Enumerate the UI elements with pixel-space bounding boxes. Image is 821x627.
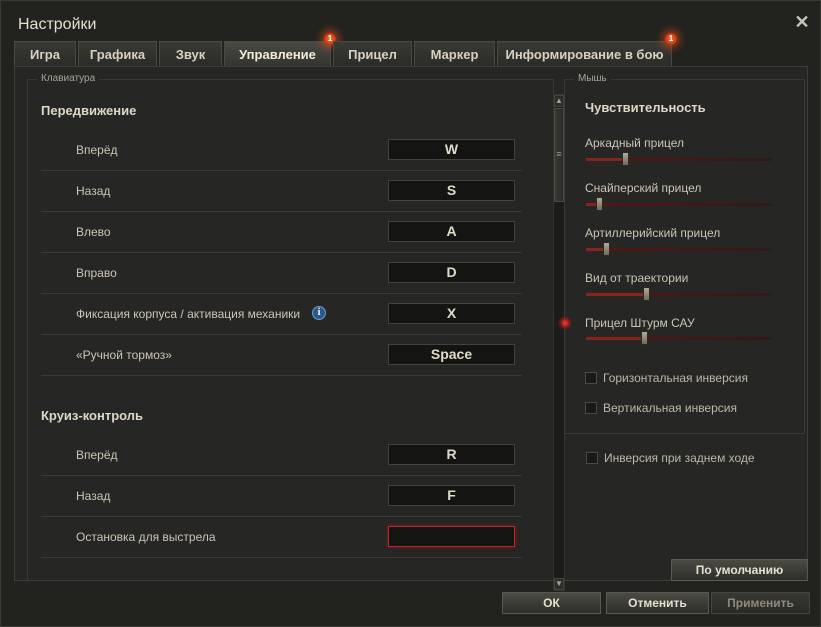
slider-label: Снайперский прицел: [585, 181, 702, 195]
binding-label: Влево: [76, 225, 111, 239]
highlight-glow: [557, 316, 573, 330]
section-title: Передвижение: [41, 103, 137, 118]
binding-label: Вперёд: [76, 143, 118, 157]
slider-handle[interactable]: [603, 242, 611, 256]
tab-bar: Игра Графика Звук Управление 1 Прицел Ма…: [14, 33, 677, 66]
slider-handle[interactable]: [642, 287, 650, 301]
binding-label: «Ручной тормоз»: [76, 348, 172, 362]
notification-badge: 1: [665, 33, 677, 45]
sensitivity-title: Чувствительность: [585, 100, 706, 115]
tab-crosshair[interactable]: Прицел: [333, 41, 412, 66]
tab-label: Управление: [239, 47, 316, 62]
slider-sniper[interactable]: [586, 197, 772, 211]
key-binding-field[interactable]: S: [388, 180, 515, 201]
binding-row: Назад S: [41, 171, 522, 212]
slider-label: Прицел Штурм САУ: [585, 316, 695, 330]
checkbox[interactable]: [585, 402, 597, 414]
ok-button[interactable]: ОК: [502, 592, 601, 614]
section-title: Круиз-контроль: [41, 408, 144, 423]
binding-row: Вперёд R: [41, 435, 522, 476]
tab-label: Маркер: [430, 47, 479, 62]
slider-label: Аркадный прицел: [585, 136, 685, 150]
tab-label: Игра: [30, 47, 60, 62]
title-bar: Настройки ✕: [1, 1, 821, 41]
key-binding-field[interactable]: R: [388, 444, 515, 465]
settings-window: Настройки ✕ Игра Графика Звук Управление…: [0, 0, 821, 627]
slider-artillery[interactable]: [586, 242, 772, 256]
binding-label: Назад: [76, 489, 111, 503]
info-icon[interactable]: i: [312, 306, 326, 320]
binding-row: Влево A: [41, 212, 522, 253]
key-binding-field[interactable]: D: [388, 262, 515, 283]
key-binding-field[interactable]: X: [388, 303, 515, 324]
tab-label: Звук: [175, 47, 206, 62]
slider-label: Вид от траектории: [585, 271, 689, 285]
group-legend: Мышь: [574, 73, 611, 84]
defaults-button[interactable]: По умолчанию: [671, 559, 808, 581]
slider-fill: [586, 337, 644, 340]
checkbox-label: Инверсия при заднем ходе: [604, 451, 755, 465]
chevron-up-icon[interactable]: ▲: [554, 95, 564, 107]
key-binding-field[interactable]: Space: [388, 344, 515, 365]
mouse-group: Мышь Чувствительность Аркадный прицел Сн…: [557, 73, 805, 434]
slider-handle[interactable]: [640, 331, 648, 345]
tab-graphics[interactable]: Графика: [78, 41, 157, 66]
binding-row: Остановка для выстрела: [41, 517, 522, 558]
close-icon[interactable]: ✕: [794, 13, 810, 31]
window-title: Настройки: [18, 16, 97, 33]
binding-label: Вперёд: [76, 448, 118, 462]
slider-handle[interactable]: [596, 197, 604, 211]
tab-label: Информирование в бою: [505, 47, 664, 62]
keyboard-group: Клавиатура Передвижение Вперёд W Назад S…: [27, 73, 565, 591]
settings-content: Клавиатура Передвижение Вперёд W Назад S…: [14, 66, 808, 591]
tab-game[interactable]: Игра: [14, 41, 76, 66]
slider-label: Артиллерийский прицел: [585, 226, 721, 240]
key-binding-field[interactable]: W: [388, 139, 515, 160]
key-binding-field[interactable]: F: [388, 485, 515, 506]
binding-row: Назад F: [41, 476, 522, 517]
binding-row: «Ручной тормоз» Space: [41, 335, 522, 376]
cancel-button[interactable]: Отменить: [606, 592, 709, 614]
binding-row: Фиксация корпуса / активация механики i …: [41, 294, 522, 335]
binding-label: Назад: [76, 184, 111, 198]
slider-handle[interactable]: [622, 152, 630, 166]
checkbox-label: Горизонтальная инверсия: [603, 371, 748, 385]
binding-label: Фиксация корпуса / активация механики: [76, 307, 301, 321]
tab-markers[interactable]: Маркер: [414, 41, 495, 66]
checkbox[interactable]: [585, 372, 597, 384]
tab-controls[interactable]: Управление 1: [224, 33, 336, 66]
slider-trajectory-view[interactable]: [586, 287, 772, 301]
tab-label: Графика: [89, 47, 146, 62]
binding-label: Остановка для выстрела: [76, 530, 216, 544]
checkbox[interactable]: [586, 452, 598, 464]
keyboard-list: Передвижение Вперёд W Назад S Влево A Вп…: [28, 80, 523, 580]
key-binding-field[interactable]: [388, 526, 515, 547]
checkbox-label: Вертикальная инверсия: [603, 401, 737, 415]
slider-arcade[interactable]: [586, 152, 772, 166]
apply-button[interactable]: Применить: [711, 592, 810, 614]
tab-sound[interactable]: Звук: [159, 41, 222, 66]
tab-battle-notifications[interactable]: Информирование в бою 1: [497, 33, 677, 66]
binding-row: Вправо D: [41, 253, 522, 294]
binding-row: Вперёд W: [41, 130, 522, 171]
scroll-thumb[interactable]: ≡: [554, 108, 564, 202]
chevron-down-icon[interactable]: ▼: [554, 578, 564, 590]
tab-label: Прицел: [348, 47, 397, 62]
slider-fill: [586, 293, 646, 296]
slider-assault-spg[interactable]: [586, 331, 772, 345]
slider-fill: [586, 158, 626, 161]
binding-label: Вправо: [76, 266, 117, 280]
key-binding-field[interactable]: A: [388, 221, 515, 242]
